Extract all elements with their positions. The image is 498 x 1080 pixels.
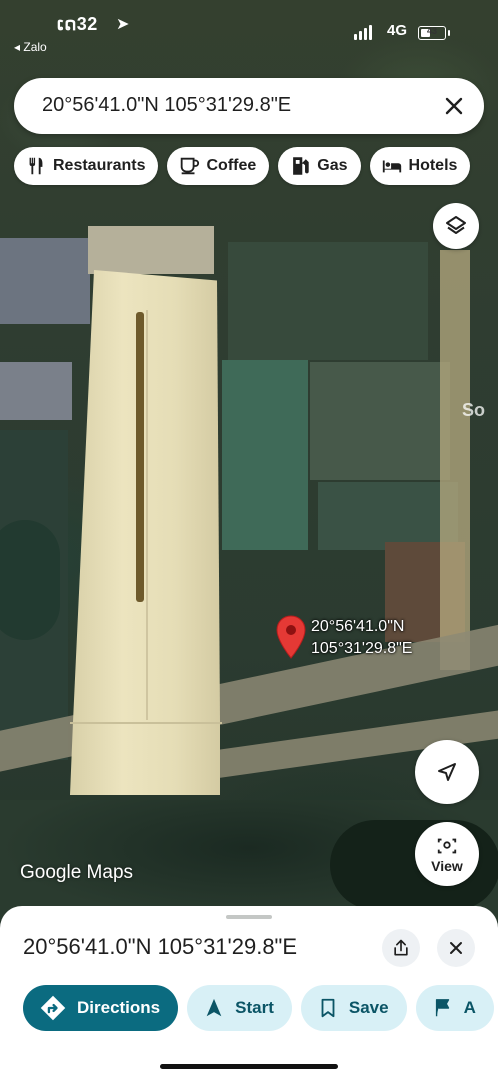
save-button[interactable]: Save <box>300 985 407 1031</box>
map-field <box>310 362 450 480</box>
map-trees <box>0 520 60 640</box>
drag-handle[interactable] <box>226 915 272 919</box>
map-roof-edge <box>70 722 222 724</box>
chip-gas[interactable]: Gas <box>278 147 361 185</box>
status-bar: ເດ32 ➤ ◂ Zalo 4G 43 <box>0 0 498 60</box>
place-title: 20°56'41.0"N 105°31'29.8"E <box>23 934 298 959</box>
share-icon <box>394 939 408 956</box>
chip-label: Gas <box>317 157 348 174</box>
directions-icon <box>40 995 66 1021</box>
place-bottom-sheet[interactable]: 20°56'41.0"N 105°31'29.8"E Directions St… <box>0 906 498 1080</box>
search-bar[interactable]: 20°56'41.0"N 105°31'29.8"E <box>14 78 484 134</box>
coffee-cup-icon <box>181 157 200 175</box>
map-field <box>228 242 428 360</box>
chip-hotels[interactable]: Hotels <box>369 147 471 185</box>
directions-button[interactable]: Directions <box>23 985 179 1031</box>
location-pin-icon[interactable] <box>276 615 306 659</box>
my-location-button[interactable] <box>415 740 479 804</box>
camera-view-icon <box>437 838 457 853</box>
layers-icon <box>446 216 466 234</box>
pin-coordinates-label: 20°56'41.0"N 105°31'29.8"E <box>311 616 412 660</box>
home-indicator[interactable] <box>160 1064 338 1069</box>
street-view-button[interactable]: View <box>415 822 479 886</box>
action-buttons: Directions Start Save A <box>23 985 494 1031</box>
more-action-label: A <box>463 998 476 1017</box>
map-roof-ridge <box>146 310 148 720</box>
layers-button[interactable] <box>433 203 479 249</box>
chip-label: Restaurants <box>53 157 146 174</box>
chip-coffee[interactable]: Coffee <box>167 147 270 185</box>
map-building <box>0 238 90 324</box>
location-arrow-icon: ➤ <box>116 16 130 33</box>
map-building <box>0 362 72 420</box>
start-label: Start <box>235 998 274 1017</box>
view-label: View <box>431 857 463 874</box>
gas-pump-icon <box>293 157 309 175</box>
map-watermark: So <box>462 400 486 420</box>
bed-icon <box>382 160 401 173</box>
map-path <box>440 250 470 670</box>
map-warehouse-roof <box>70 270 220 795</box>
battery-icon: 43 <box>418 26 450 40</box>
navigation-icon <box>206 998 222 1017</box>
google-maps-logo: Google Maps <box>20 862 134 883</box>
close-icon[interactable] <box>440 92 468 120</box>
share-button[interactable] <box>382 929 420 967</box>
navigation-arrow-icon <box>438 763 456 781</box>
close-sheet-button[interactable] <box>437 929 475 967</box>
chip-label: Coffee <box>206 157 257 174</box>
signal-icon <box>354 24 372 40</box>
network-type: 4G <box>387 22 408 39</box>
back-to-app-link[interactable]: ◂ Zalo <box>14 40 47 54</box>
battery-level: 43 <box>426 26 437 36</box>
flag-icon <box>435 999 449 1017</box>
category-chips: Restaurants Coffee Gas Hotels <box>14 147 471 185</box>
map-roof-ridge <box>136 312 144 602</box>
pin-label-lng: 105°31'29.8"E <box>311 640 413 657</box>
search-input[interactable]: 20°56'41.0"N 105°31'29.8"E <box>42 94 291 117</box>
map-building <box>88 226 214 274</box>
status-time: ເດ32 <box>57 14 98 34</box>
pin-label-lat: 20°56'41.0"N <box>311 618 405 635</box>
close-icon <box>450 942 462 954</box>
map-field <box>318 482 458 550</box>
directions-label: Directions <box>77 998 161 1017</box>
fork-knife-icon <box>29 157 43 175</box>
chip-restaurants[interactable]: Restaurants <box>14 147 159 185</box>
bookmark-icon <box>321 998 335 1018</box>
start-button[interactable]: Start <box>187 985 292 1031</box>
more-action-button[interactable]: A <box>415 985 494 1031</box>
save-label: Save <box>348 998 389 1017</box>
map-field <box>222 360 308 550</box>
chip-label: Hotels <box>408 157 458 174</box>
